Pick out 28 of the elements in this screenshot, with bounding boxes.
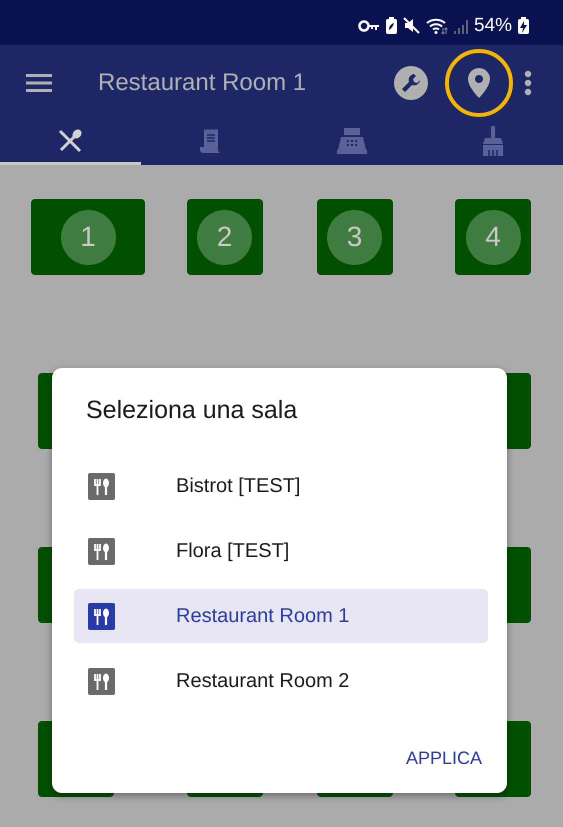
table-number: 4 [466,210,520,264]
table-number: 3 [327,210,382,264]
key-icon [358,20,380,32]
room-option[interactable]: Restaurant Room 1 [74,589,488,643]
battery-saver-icon [386,17,397,34]
mute-icon [402,17,420,34]
fork-spoon-icon [88,602,115,630]
fork-spoon-icon [88,538,115,564]
room-option[interactable]: Restaurant Room 2 [74,654,488,708]
more-icon[interactable] [524,70,532,96]
wifi-icon [426,17,448,34]
fork-spoon-icon [88,472,115,500]
cash-register-icon [336,128,367,154]
room-option[interactable]: Bistrot [TEST] [74,459,488,513]
table-number: 1 [60,210,116,264]
menu-icon[interactable] [26,74,52,92]
battery-charging-icon [518,17,529,34]
signal-icon [454,18,468,34]
app-title: Restaurant Room 1 [98,68,308,96]
table-number: 2 [197,210,252,264]
fork-spoon-icon [57,128,84,154]
apply-button[interactable]: APPLICA [400,744,488,773]
wrench-icon[interactable] [394,66,428,100]
battery-percent: 54% [474,14,512,36]
fork-spoon-icon [88,668,115,694]
dialog-title: Seleziona una sala [86,396,298,425]
location-pin-icon[interactable] [468,68,490,98]
room-option[interactable]: Flora [TEST] [74,524,488,578]
